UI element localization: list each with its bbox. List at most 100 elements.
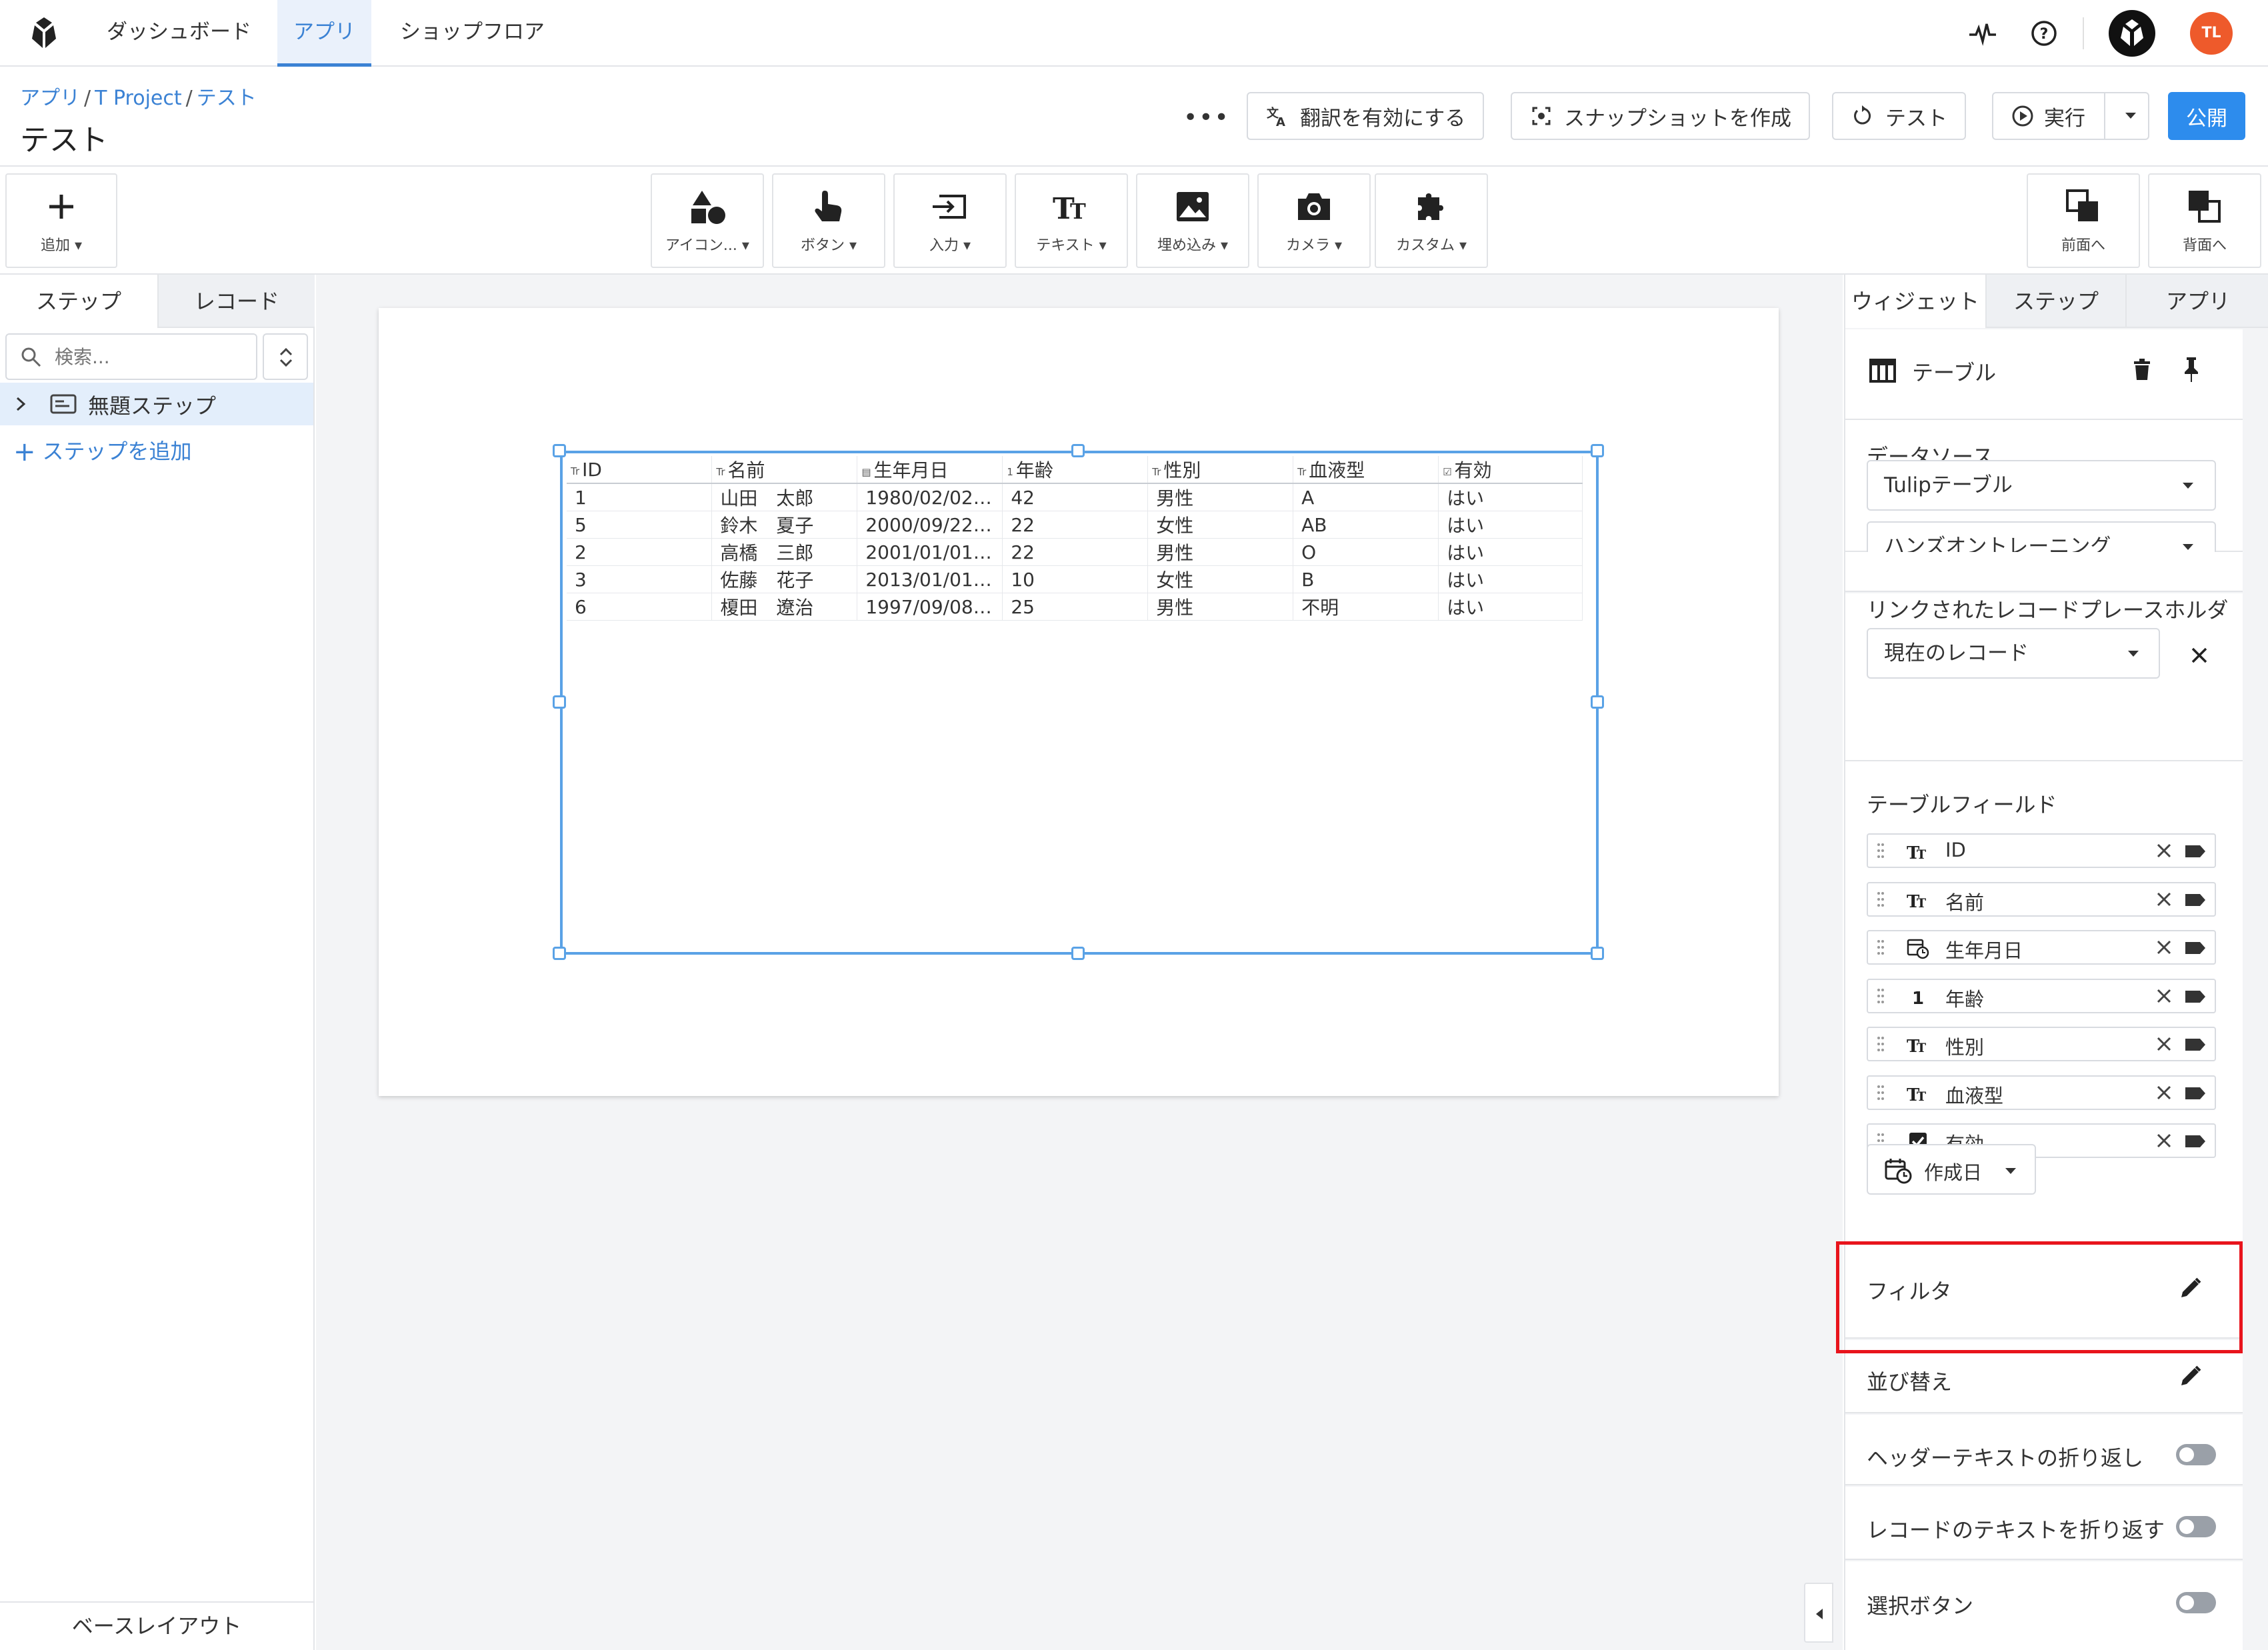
remove-field-icon[interactable]	[2156, 843, 2172, 859]
tool-embed-button[interactable]: 埋め込み ▾	[1136, 173, 1249, 268]
tag-icon[interactable]	[2184, 989, 2207, 1004]
resize-handle[interactable]	[1591, 444, 1604, 457]
tab-widget[interactable]: ウィジェット	[1845, 275, 1985, 328]
tool-icon-button[interactable]: アイコン... ▾	[651, 173, 764, 268]
resize-handle[interactable]	[553, 444, 566, 457]
nav-tab-apps[interactable]: アプリ	[277, 0, 371, 67]
add-field-button[interactable]: 作成日	[1867, 1144, 2036, 1195]
chevron-right-icon[interactable]	[12, 395, 29, 413]
add-widget-button[interactable]: 追加 ▾	[5, 173, 117, 268]
table-row[interactable]: 2 高橋 三郎 2001/01/01… 22 男性 O はい	[567, 538, 1583, 566]
table-row[interactable]: 5 鈴木 夏子 2000/09/22… 22 女性 AB はい	[567, 511, 1583, 539]
column-header[interactable]: 1 年齢	[1002, 456, 1149, 484]
remove-field-icon[interactable]	[2156, 939, 2172, 955]
tool-button-button[interactable]: ボタン ▾	[772, 173, 885, 268]
nav-tab-dashboard[interactable]: ダッシュボード	[91, 0, 267, 67]
tag-icon[interactable]	[2184, 844, 2207, 859]
tulip-logo-icon[interactable]	[25, 15, 63, 52]
more-options-button[interactable]: •••	[1183, 104, 1230, 131]
breadcrumb-app[interactable]: テスト	[197, 87, 257, 110]
column-header[interactable]: Tr 名前	[711, 456, 858, 484]
resize-handle[interactable]	[1071, 947, 1085, 960]
tool-button-label: ボタン ▾	[800, 237, 857, 254]
wrap-record-toggle[interactable]	[2176, 1516, 2216, 1537]
remove-field-icon[interactable]	[2156, 891, 2172, 907]
drag-handle-icon[interactable]	[1876, 1083, 1885, 1102]
table-field-item[interactable]: 1 年齢	[1867, 978, 2216, 1013]
remove-field-icon[interactable]	[2156, 988, 2172, 1004]
column-header[interactable]: Tr 性別	[1147, 456, 1294, 484]
tab-steps[interactable]: ステップ	[0, 275, 157, 328]
table-field-item[interactable]: T T 名前	[1867, 881, 2216, 917]
search-input[interactable]	[55, 341, 248, 372]
step-item[interactable]: 無題ステップ	[0, 383, 313, 425]
table-field-item[interactable]: 生年月日	[1867, 930, 2216, 965]
collapse-panel-button[interactable]	[1804, 1583, 1833, 1643]
activity-icon[interactable]	[1968, 19, 1997, 48]
help-icon[interactable]: ?	[2029, 19, 2059, 48]
column-header[interactable]: Tr ID	[567, 456, 713, 484]
base-layout-button[interactable]: ベースレイアウト	[0, 1601, 313, 1650]
tab-step[interactable]: ステップ	[1985, 275, 2125, 328]
drag-handle-icon[interactable]	[1876, 1035, 1885, 1053]
tool-camera-button[interactable]: カメラ ▾	[1257, 173, 1371, 268]
resize-handle[interactable]	[1591, 695, 1604, 709]
tag-icon[interactable]	[2184, 1134, 2207, 1149]
send-back-button[interactable]: 背面へ	[2148, 173, 2261, 268]
remove-field-icon[interactable]	[2156, 1085, 2172, 1101]
resize-handle[interactable]	[553, 695, 566, 709]
linked-record-select[interactable]: 現在のレコード	[1867, 628, 2160, 679]
tag-icon[interactable]	[2184, 941, 2207, 955]
resize-handle[interactable]	[553, 947, 566, 960]
tool-input-button[interactable]: 入力 ▾	[893, 173, 1007, 268]
remove-field-icon[interactable]	[2156, 1133, 2172, 1149]
breadcrumb-apps[interactable]: アプリ	[20, 87, 80, 110]
tab-app[interactable]: アプリ	[2125, 275, 2268, 328]
column-header[interactable]: ☑ 有効	[1438, 456, 1583, 484]
publish-button[interactable]: 公開	[2168, 92, 2245, 140]
tab-records[interactable]: レコード	[157, 275, 315, 328]
drag-handle-icon[interactable]	[1876, 890, 1885, 909]
test-button[interactable]: テスト	[1832, 92, 1966, 140]
pencil-icon[interactable]	[2177, 1364, 2203, 1389]
datasource-type-select[interactable]: Tulipテーブル	[1867, 460, 2216, 511]
table-field-item[interactable]: T T ID	[1867, 833, 2216, 868]
table-field-item[interactable]: T T 血液型	[1867, 1075, 2216, 1110]
table-header-row: Tr ID Tr 名前 ▤ 生年月日 1 年齢 Tr 性別 Tr 血液型 ☑ 有効	[567, 456, 1583, 484]
drag-handle-icon[interactable]	[1876, 938, 1885, 957]
table-field-item[interactable]: T T 性別	[1867, 1027, 2216, 1061]
run-dropdown-icon[interactable]	[2115, 93, 2148, 139]
resize-handle[interactable]	[1071, 444, 1085, 457]
drag-handle-icon[interactable]	[1876, 841, 1885, 860]
tool-text-button[interactable]: T T テキスト ▾	[1015, 173, 1128, 268]
sort-steps-button[interactable]	[263, 333, 308, 380]
create-snapshot-button[interactable]: スナップショットを作成	[1511, 92, 1810, 140]
tool-custom-button[interactable]: カスタム ▾	[1375, 173, 1488, 268]
close-icon[interactable]	[2191, 647, 2208, 664]
trash-icon[interactable]	[2132, 357, 2152, 381]
table-row[interactable]: 3 佐藤 花子 2013/01/01… 10 女性 B はい	[567, 565, 1583, 593]
resize-handle[interactable]	[1591, 947, 1604, 960]
pin-icon[interactable]	[2181, 356, 2201, 383]
table-row[interactable]: 1 山田 太郎 1980/02/02… 42 男性 A はい	[567, 483, 1583, 511]
wrap-header-toggle[interactable]	[2176, 1444, 2216, 1465]
tulip-account-icon[interactable]	[2109, 10, 2155, 57]
run-button[interactable]: 実行	[1992, 92, 2149, 140]
tag-icon[interactable]	[2184, 1086, 2207, 1101]
add-step-button[interactable]: + ステップを追加	[13, 435, 192, 467]
column-header[interactable]: ▤ 生年月日	[857, 456, 1003, 484]
tag-icon[interactable]	[2184, 893, 2207, 907]
nav-tab-shop-floor[interactable]: ショップフロア	[384, 0, 561, 67]
column-header[interactable]: Tr 血液型	[1293, 456, 1439, 484]
drag-handle-icon[interactable]	[1876, 987, 1885, 1005]
remove-field-icon[interactable]	[2156, 1036, 2172, 1052]
table-row[interactable]: 6 榎田 遼治 1997/09/08… 25 男性 不明 はい	[567, 593, 1583, 621]
bring-forward-button[interactable]: 前面へ	[2027, 173, 2140, 268]
select-button-toggle[interactable]	[2176, 1592, 2216, 1613]
user-avatar[interactable]: TL	[2190, 12, 2233, 55]
breadcrumb-project[interactable]: T Project	[95, 87, 182, 110]
tag-icon[interactable]	[2184, 1037, 2207, 1052]
enable-translation-button[interactable]: 文 A 翻訳を有効にする	[1247, 92, 1485, 140]
step-search-box[interactable]	[5, 333, 257, 380]
table-widget[interactable]: Tr ID Tr 名前 ▤ 生年月日 1 年齢 Tr 性別 Tr 血液型 ☑ 有効 1 山田 太…	[560, 451, 1599, 955]
